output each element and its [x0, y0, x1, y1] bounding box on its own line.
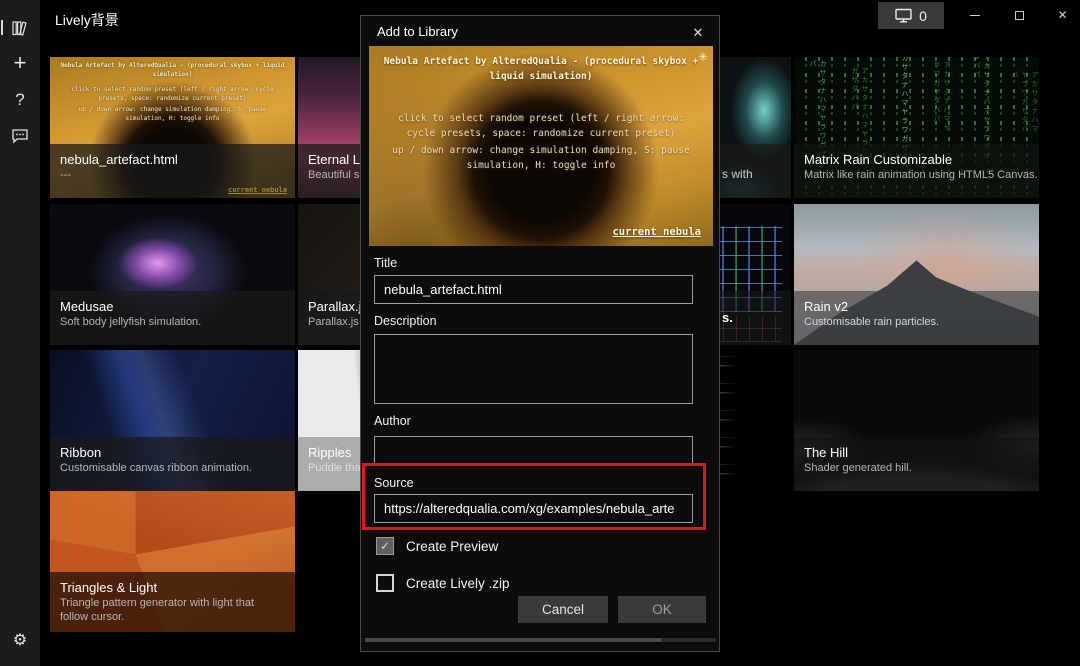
app-title: Lively背景 — [55, 10, 119, 30]
preview-help-text-2: up / down arrow: change simulation dampi… — [369, 144, 713, 173]
tile-description: Soft body jellyfish simulation. — [60, 315, 285, 330]
title-field-label: Title — [374, 256, 397, 270]
source-field[interactable] — [374, 494, 693, 523]
gear-icon: ⚙ — [13, 630, 27, 650]
tile-title: The Hill — [804, 444, 1029, 461]
source-field-label: Source — [374, 476, 414, 490]
sidebar-item-library[interactable] — [0, 13, 40, 43]
monitor-count: 0 — [919, 8, 927, 24]
author-field-label: Author — [374, 414, 411, 428]
sidebar-item-feedback[interactable] — [0, 121, 40, 151]
create-preview-checkbox[interactable]: ✓ — [376, 537, 394, 555]
tile-description: Triangle pattern generator with light th… — [60, 596, 285, 624]
tile-title: Medusae — [60, 298, 285, 315]
tile-nebula-artefact[interactable]: Nebula Artefact by AlteredQualia - (proc… — [50, 57, 295, 198]
ok-button[interactable]: OK — [618, 596, 706, 623]
scrollbar-thumb[interactable] — [365, 638, 661, 642]
chat-icon — [11, 128, 29, 144]
books-icon — [11, 19, 29, 37]
create-preview-label: Create Preview — [406, 539, 498, 554]
create-preview-checkbox-row[interactable]: ✓ Create Preview — [376, 537, 498, 555]
cancel-button[interactable]: Cancel — [518, 596, 608, 623]
snowflake-icon: ✳ — [698, 50, 708, 64]
description-field[interactable] — [374, 334, 693, 404]
sidebar-item-add[interactable]: + — [0, 48, 40, 78]
tile-matrix-rain[interactable]: アカサタナハマヤラワガザダバパ アカサタナハマヤラワガザダバパ アカサタナハマヤ… — [794, 57, 1039, 198]
thumb-overlay-text: Nebula Artefact by AlteredQualia - (proc… — [50, 61, 295, 79]
tile-badge: current_nebula — [228, 186, 287, 194]
question-icon: ? — [15, 90, 24, 110]
sidebar-item-help[interactable]: ? — [0, 85, 40, 115]
description-field-label: Description — [374, 314, 437, 328]
tile-title: Triangles & Light — [60, 579, 285, 596]
tile-title: Matrix Rain Customizable — [804, 151, 1029, 168]
tile-title-partial: s. — [722, 310, 733, 325]
app-window: Lively背景 0 ✕ + ? ⚙ — [0, 0, 1080, 666]
preview-help-text-1: click to select random preset (left / ri… — [369, 112, 713, 141]
tile-medusae[interactable]: Medusae Soft body jellyfish simulation. — [50, 204, 295, 345]
checkmark-icon: ✓ — [380, 539, 390, 553]
tile-description: Customisable canvas ribbon animation. — [60, 461, 285, 476]
sidebar-item-settings[interactable]: ⚙ — [0, 625, 40, 655]
close-icon: ✕ — [693, 25, 704, 41]
maximize-icon — [1015, 11, 1024, 20]
preview-badge: current nebula — [612, 226, 701, 238]
tile-title: nebula_artefact.html — [60, 151, 285, 168]
tile-the-hill[interactable]: The Hill Shader generated hill. — [794, 350, 1039, 491]
checkmark-icon: ✓ — [380, 576, 390, 590]
wallpaper-preview: 60 FPS (25-60) Nebula Artefact by Altere… — [369, 46, 713, 246]
author-field[interactable] — [374, 436, 693, 465]
plus-icon: + — [14, 52, 27, 74]
close-button[interactable]: ✕ — [1040, 0, 1080, 30]
dialog-title: Add to Library — [377, 24, 458, 39]
tile-description: Customisable rain particles. — [804, 315, 1029, 330]
preview-title-text: Nebula Artefact by AlteredQualia - (proc… — [369, 55, 713, 84]
tile-description: --- — [60, 168, 285, 183]
close-icon: ✕ — [1057, 8, 1067, 22]
tile-description: Matrix like rain animation using HTML5 C… — [804, 168, 1029, 183]
minimize-icon — [970, 15, 980, 16]
sidebar: + ? ⚙ — [0, 0, 40, 666]
monitor-icon — [895, 8, 912, 23]
create-zip-checkbox-row[interactable]: ✓ Create Lively .zip — [376, 574, 510, 592]
tile-title: Ribbon — [60, 444, 285, 461]
display-select-button[interactable]: 0 — [878, 2, 944, 29]
add-to-library-dialog: Add to Library ✕ 60 FPS (25-60) Nebula A… — [360, 15, 720, 652]
tile-title: Rain v2 — [804, 298, 1029, 315]
create-zip-label: Create Lively .zip — [406, 576, 510, 591]
create-zip-checkbox[interactable]: ✓ — [376, 574, 394, 592]
dialog-close-button[interactable]: ✕ — [687, 22, 709, 44]
tile-ribbon[interactable]: Ribbon Customisable canvas ribbon animat… — [50, 350, 295, 491]
tile-triangles-light[interactable]: Triangles & Light Triangle pattern gener… — [50, 491, 295, 632]
maximize-button[interactable] — [997, 0, 1042, 30]
tile-description-partial: s with — [722, 167, 753, 181]
title-field[interactable] — [374, 275, 693, 304]
tile-description: Shader generated hill. — [804, 461, 1029, 476]
minimize-button[interactable] — [952, 0, 997, 30]
tile-rain-v2[interactable]: Rain v2 Customisable rain particles. — [794, 204, 1039, 345]
dialog-scrollbar[interactable] — [365, 638, 716, 642]
